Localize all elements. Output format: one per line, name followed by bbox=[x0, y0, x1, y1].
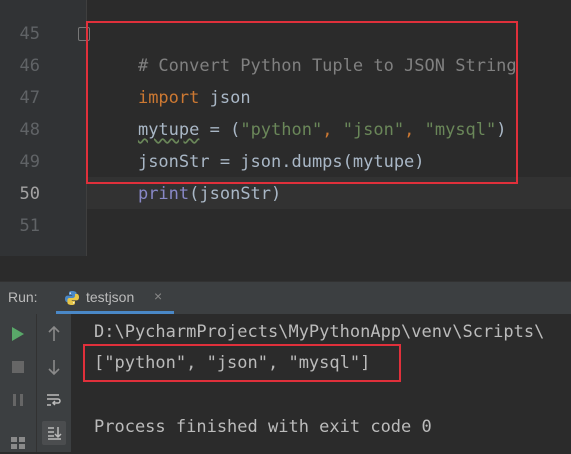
scroll-down-button[interactable] bbox=[42, 355, 66, 379]
highlight-box-output bbox=[83, 344, 401, 382]
pause-icon bbox=[13, 394, 23, 406]
scroll-to-end-button[interactable] bbox=[42, 421, 66, 445]
line-number: 46 bbox=[19, 56, 40, 76]
line-number: 47 bbox=[19, 88, 40, 108]
layout-icon bbox=[11, 437, 25, 449]
console-output[interactable]: D:\PycharmProjects\MyPythonApp\venv\Scri… bbox=[71, 314, 571, 452]
arrow-down-icon bbox=[48, 360, 60, 375]
arrow-up-icon bbox=[48, 326, 60, 341]
console-controls bbox=[36, 314, 71, 452]
line-number: 49 bbox=[19, 152, 40, 172]
console-line-finished: Process finished with exit code 0 bbox=[94, 417, 432, 437]
line-number-current: 50 bbox=[19, 184, 40, 204]
line-number: 51 bbox=[19, 216, 40, 236]
run-toolbar: Run: testjson × bbox=[0, 281, 571, 315]
close-icon[interactable]: × bbox=[154, 288, 162, 304]
pause-button[interactable] bbox=[6, 388, 30, 412]
tab-testjson[interactable]: testjson × bbox=[56, 282, 174, 314]
tab-label: testjson bbox=[86, 289, 135, 305]
line-number: 45 bbox=[19, 24, 40, 44]
run-controls bbox=[0, 314, 36, 452]
line-number-gutter: 45 46 47 48 49 50 51 bbox=[0, 0, 87, 256]
code-text: (jsonStr) bbox=[189, 184, 282, 204]
stop-icon bbox=[12, 361, 24, 373]
run-label: Run: bbox=[8, 289, 38, 305]
soft-wrap-button[interactable] bbox=[42, 388, 66, 412]
play-icon bbox=[12, 327, 24, 341]
line-number: 48 bbox=[19, 120, 40, 140]
python-icon bbox=[65, 291, 79, 305]
code-editor[interactable]: 45 46 47 48 49 50 51 # Convert Python Tu… bbox=[0, 0, 571, 256]
builtin-print: print bbox=[137, 184, 190, 204]
rerun-button[interactable] bbox=[6, 322, 30, 346]
scroll-up-button[interactable] bbox=[42, 322, 66, 346]
highlight-box-code bbox=[86, 21, 518, 184]
scroll-to-end-icon bbox=[48, 427, 62, 440]
stop-button[interactable] bbox=[6, 355, 30, 379]
soft-wrap-icon bbox=[47, 394, 61, 406]
layout-button[interactable] bbox=[6, 430, 30, 454]
